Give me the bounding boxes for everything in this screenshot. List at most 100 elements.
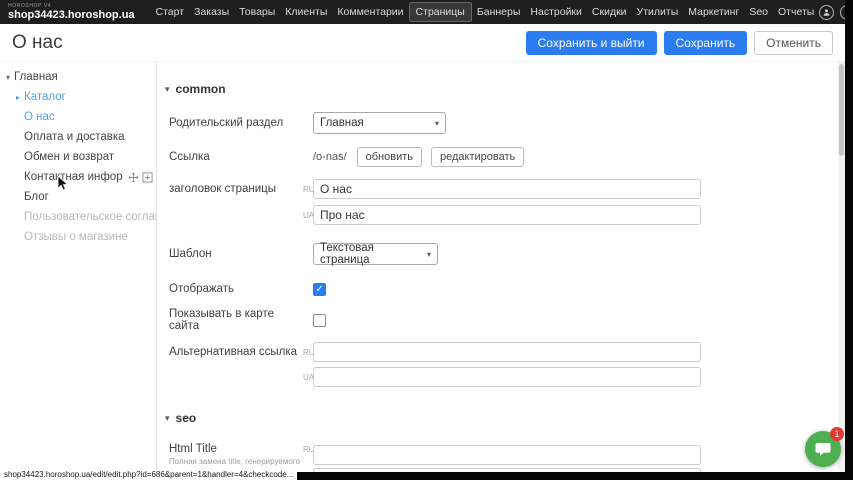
sidebar-item-contact-info[interactable]: Контактная инфор xyxy=(0,167,156,187)
alt-link-ru-input[interactable] xyxy=(313,342,701,362)
logo: HOROSHOP V4 shop34423.horoshop.ua xyxy=(8,4,135,21)
caret-down-icon: ▾ xyxy=(6,73,10,82)
chat-widget-button[interactable]: 1 xyxy=(805,431,841,467)
save-and-exit-button[interactable]: Сохранить и выйти xyxy=(526,31,657,55)
alt-link-label: Альтернативная ссылка xyxy=(169,346,303,358)
section-common[interactable]: ▾ common xyxy=(165,82,837,96)
link-update-button[interactable]: обновить xyxy=(357,147,422,167)
chevron-down-icon: ▾ xyxy=(435,119,439,128)
page-title-ua-input[interactable] xyxy=(313,205,701,225)
parent-section-label: Родительский раздел xyxy=(169,117,303,129)
lang-ua-label: UA xyxy=(303,373,313,382)
caret-down-icon: ▾ xyxy=(165,413,170,424)
sidebar-item-user-agreement[interactable]: Пользовательское соглашение xyxy=(0,207,156,227)
page-title-ru-row: заголовок страницы RU xyxy=(169,179,837,199)
sidebar-item-label: Контактная инфор xyxy=(24,171,123,183)
link-edit-button[interactable]: редактировать xyxy=(431,147,524,167)
add-icon[interactable] xyxy=(142,172,153,183)
caret-right-icon: ▸ xyxy=(16,93,20,102)
template-label: Шаблон xyxy=(169,248,303,260)
page-title-ru-input[interactable] xyxy=(313,179,701,199)
template-row: Шаблон Текстовая страница ▾ xyxy=(169,243,837,265)
menu-item-start[interactable]: Старт xyxy=(151,2,190,22)
sidebar-item-about[interactable]: О нас xyxy=(0,107,156,127)
menu-item-discounts[interactable]: Скидки xyxy=(587,2,632,22)
menu-item-pages[interactable]: Страницы xyxy=(409,2,472,22)
sidebar-item-store-reviews[interactable]: Отзывы о магазине xyxy=(0,227,156,247)
sidebar-item-label: О нас xyxy=(24,111,55,123)
topbar: HOROSHOP V4 shop34423.horoshop.ua Старт … xyxy=(0,0,845,24)
alt-link-ua-input[interactable] xyxy=(313,367,701,387)
menu-item-products[interactable]: Товары xyxy=(234,2,280,22)
page-header: О нас Сохранить и выйти Сохранить Отмени… xyxy=(0,24,845,62)
sidebar-item-exchange-return[interactable]: Обмен и возврат xyxy=(0,147,156,167)
link-row: Ссылка /o-nas/ обновить редактировать xyxy=(169,146,837,168)
page-title-ua-row: UA xyxy=(169,205,837,225)
screen-right-edge xyxy=(845,0,853,480)
chat-bubble-icon xyxy=(814,440,832,458)
section-seo-label: seo xyxy=(176,411,197,425)
pages-tree-sidebar: ▾ Главная ▸ Каталог О нас Оплата и доста… xyxy=(0,62,156,472)
html-title-ru-row: Html Title Полная замена title, генериру… xyxy=(169,443,837,463)
menu-item-orders[interactable]: Заказы xyxy=(189,2,234,22)
save-button[interactable]: Сохранить xyxy=(664,31,748,55)
page-edit-form: ▾ common Родительский раздел Главная ▾ С… xyxy=(156,62,837,472)
menu-item-clients[interactable]: Клиенты xyxy=(280,2,332,22)
main-menu: Старт Заказы Товары Клиенты Комментарии … xyxy=(151,2,820,22)
caret-down-icon: ▾ xyxy=(165,84,170,95)
html-title-label: Html Title xyxy=(169,443,303,455)
lang-ru-label: RU xyxy=(303,348,313,357)
menu-item-banners[interactable]: Баннеры xyxy=(472,2,526,22)
parent-section-value: Главная xyxy=(320,117,364,129)
html-title-hint: Полная замена title, генерируемого xyxy=(169,457,303,466)
menu-item-utilities[interactable]: Утилиты xyxy=(632,2,684,22)
page-title: О нас xyxy=(12,32,63,54)
tree-item-actions xyxy=(128,172,156,183)
chat-unread-badge: 1 xyxy=(830,427,844,441)
logo-domain-label: shop34423.horoshop.ua xyxy=(8,10,135,21)
lang-ru-label: RU xyxy=(303,185,313,194)
display-row: Отображать ✓ xyxy=(169,281,837,297)
display-label: Отображать xyxy=(169,283,303,295)
move-icon[interactable] xyxy=(128,172,139,183)
parent-section-select[interactable]: Главная ▾ xyxy=(313,112,446,134)
sidebar-item-label: Каталог xyxy=(24,91,66,103)
account-icon[interactable] xyxy=(819,5,834,20)
menu-item-settings[interactable]: Настройки xyxy=(525,2,587,22)
page-title-label: заголовок страницы xyxy=(169,183,303,195)
menu-item-comments[interactable]: Комментарии xyxy=(332,2,408,22)
alt-link-ua-row: UA xyxy=(169,367,837,387)
alt-link-ru-row: Альтернативная ссылка RU xyxy=(169,342,837,362)
menu-item-seo[interactable]: Seo xyxy=(744,2,773,22)
menu-item-reports[interactable]: Отчеты xyxy=(773,2,819,22)
link-path-value: /o-nas/ xyxy=(313,151,347,163)
scrollbar-thumb[interactable] xyxy=(839,64,844,156)
lang-ru-label: RU xyxy=(303,445,313,454)
vertical-scrollbar[interactable] xyxy=(838,62,845,472)
sitemap-label: Показывать в карте сайта xyxy=(169,308,303,332)
menu-item-marketing[interactable]: Маркетинг xyxy=(683,2,744,22)
sidebar-item-label: Оплата и доставка xyxy=(24,131,125,143)
sidebar-item-payment-delivery[interactable]: Оплата и доставка xyxy=(0,127,156,147)
status-bar-url: shop34423.horoshop.ua/edit/edit.php?id=6… xyxy=(0,469,297,480)
sidebar-item-home[interactable]: ▾ Главная xyxy=(0,67,156,87)
lang-ua-label: UA xyxy=(303,211,313,220)
template-value: Текстовая страница xyxy=(320,242,419,266)
sidebar-item-blog[interactable]: Блог xyxy=(0,187,156,207)
link-label: Ссылка xyxy=(169,151,303,163)
sidebar-item-catalog[interactable]: ▸ Каталог xyxy=(0,87,156,107)
sidebar-item-label: Отзывы о магазине xyxy=(24,231,128,243)
sidebar-item-label: Главная xyxy=(14,71,58,83)
cancel-button[interactable]: Отменить xyxy=(754,31,833,55)
sitemap-checkbox[interactable] xyxy=(313,314,326,327)
sidebar-item-label: Пользовательское соглашение xyxy=(24,211,156,223)
section-seo[interactable]: ▾ seo xyxy=(165,411,837,425)
display-checkbox[interactable]: ✓ xyxy=(313,283,326,296)
sidebar-item-label: Обмен и возврат xyxy=(24,151,114,163)
section-common-label: common xyxy=(176,82,226,96)
template-select[interactable]: Текстовая страница ▾ xyxy=(313,243,438,265)
logo-version-label: HOROSHOP V4 xyxy=(8,4,135,9)
parent-section-row: Родительский раздел Главная ▾ xyxy=(169,112,837,134)
header-actions: Сохранить и выйти Сохранить Отменить xyxy=(526,31,833,55)
html-title-ru-input[interactable] xyxy=(313,445,701,465)
